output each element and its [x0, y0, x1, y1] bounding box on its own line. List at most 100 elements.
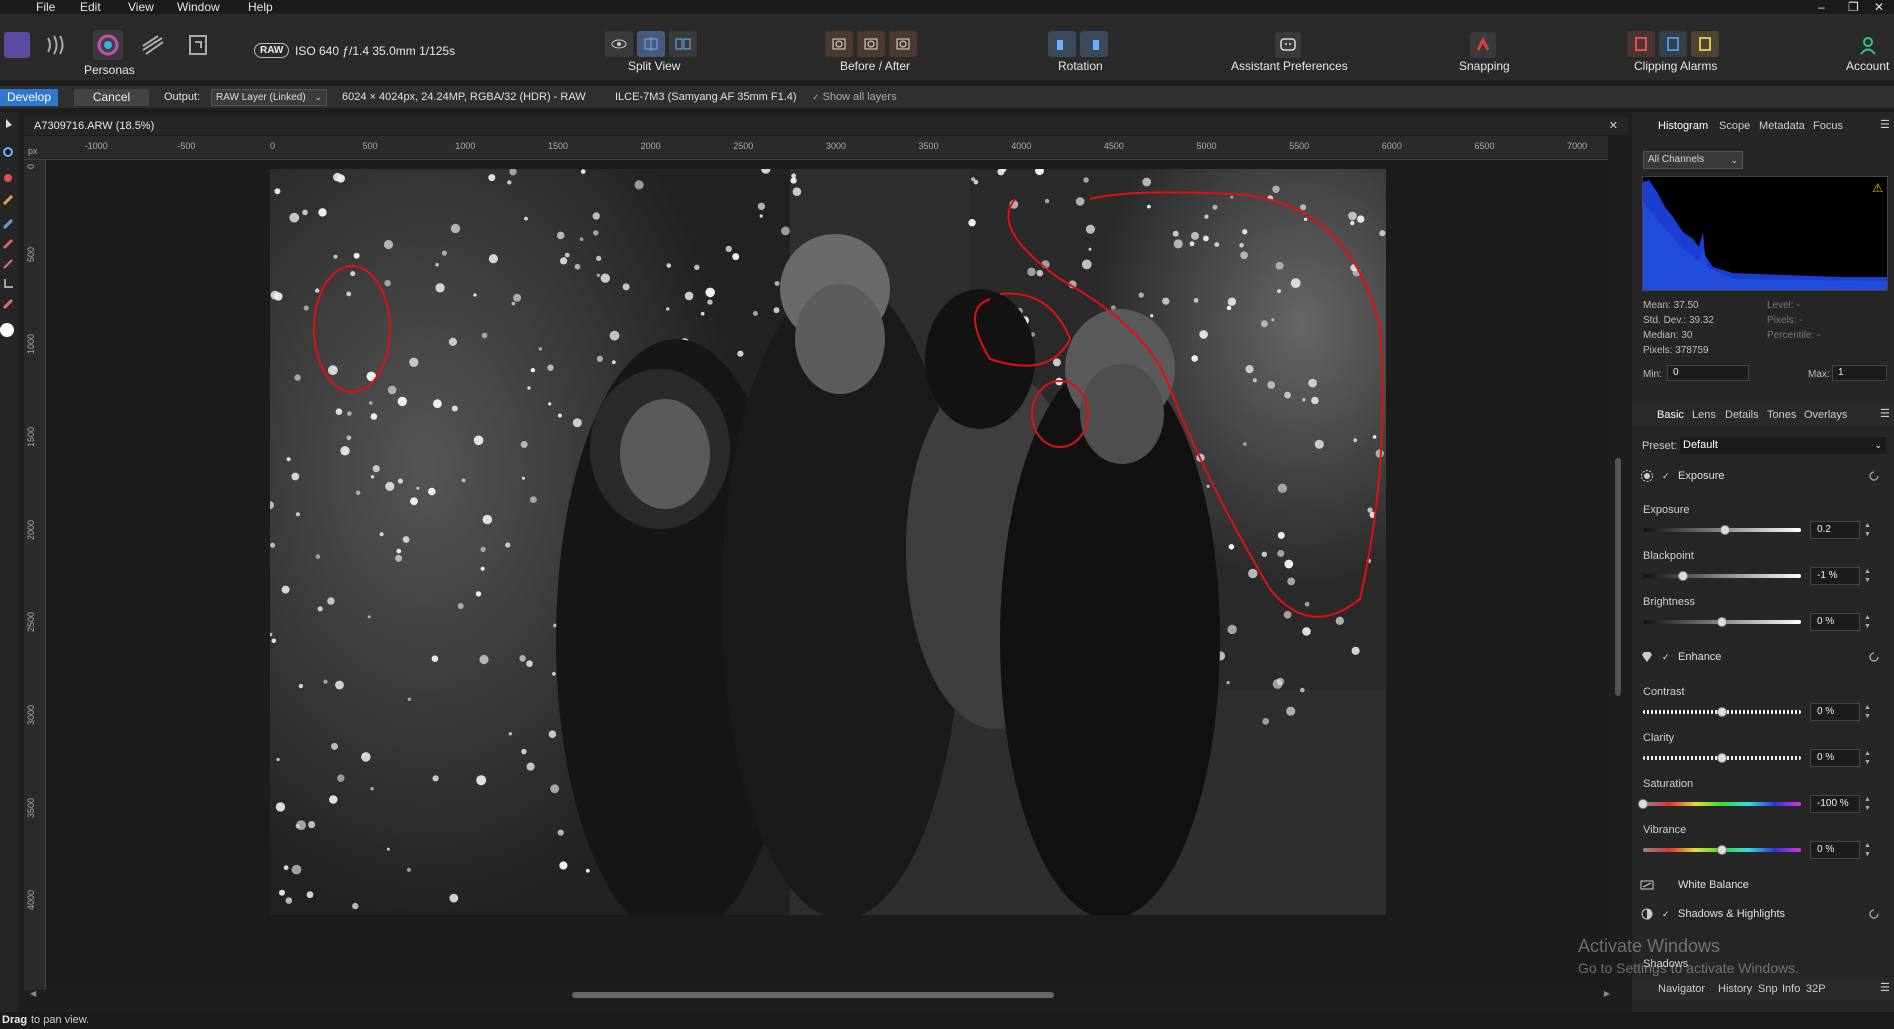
photo-persona-icon[interactable] [4, 32, 30, 58]
maximize-button[interactable]: ❐ [1848, 0, 1859, 14]
gradient-tool-icon[interactable] [2, 258, 14, 270]
white-balance-section-header[interactable]: White Balance [1640, 875, 1890, 895]
scroll-right-icon[interactable]: ▶ [1604, 989, 1610, 998]
shadows-highlights-checkbox[interactable]: ✓ [1662, 909, 1672, 919]
reset-icon[interactable] [1868, 470, 1880, 482]
rotate-right-icon[interactable] [1080, 31, 1108, 57]
menu-file[interactable]: File [36, 0, 55, 14]
slider-thumb[interactable] [1717, 753, 1727, 763]
reset-icon[interactable] [1868, 908, 1880, 920]
slider-thumb[interactable] [1677, 571, 1688, 581]
warning-icon[interactable]: ⚠ [1872, 181, 1883, 195]
clip-highlights-icon[interactable] [1627, 31, 1655, 57]
mirror-view-icon[interactable] [669, 31, 697, 57]
vertical-scroll-thumb[interactable] [1615, 458, 1621, 696]
tab-basic[interactable]: Basic [1657, 409, 1684, 421]
stepper-icon[interactable]: ▲ ▼ [1864, 613, 1872, 631]
photo-canvas[interactable] [270, 169, 1386, 915]
after-icon[interactable] [857, 31, 885, 57]
slider-thumb[interactable] [1638, 799, 1648, 809]
menu-window[interactable]: Window [177, 0, 220, 14]
slider-clarity[interactable] [1643, 753, 1801, 763]
tab-focus[interactable]: Focus [1813, 120, 1843, 132]
horizontal-ruler[interactable]: -1000 -500 0 500 1000 1500 2000 2500 3000 3500 400… [24, 136, 1608, 160]
tab-overlays[interactable]: Overlays [1804, 409, 1847, 421]
slider-value-brightness[interactable]: 0 % [1810, 613, 1860, 631]
develop-button[interactable]: Develop [0, 89, 58, 106]
stepper-icon[interactable]: ▲ ▼ [1864, 703, 1872, 721]
histogram-graph[interactable]: ⚠ [1642, 176, 1888, 291]
exposure-section-header[interactable]: ✓ Exposure [1640, 466, 1890, 486]
slider-exposure[interactable] [1643, 525, 1801, 535]
white-balance-checkbox[interactable] [1662, 880, 1672, 890]
vertical-ruler[interactable]: 0 500 1000 1500 2000 2500 3000 3500 4000 [24, 160, 46, 990]
slider-thumb[interactable] [1717, 617, 1727, 627]
preset-select[interactable]: Default ⌄ [1680, 437, 1886, 454]
slider-blackpoint[interactable] [1643, 571, 1801, 581]
minimize-button[interactable]: – [1818, 0, 1825, 14]
split-view-icon[interactable] [637, 31, 665, 57]
close-document-icon[interactable]: ✕ [1609, 119, 1618, 132]
stepper-icon[interactable]: ▲ ▼ [1864, 749, 1872, 767]
document-tab[interactable]: A7309716.ARW (18.5%) ✕ [24, 117, 1628, 135]
channel-select[interactable]: All Channels ⌄ [1643, 151, 1743, 169]
brush-tool-icon[interactable] [2, 218, 14, 230]
single-view-icon[interactable] [605, 31, 633, 57]
clip-shadows-icon[interactable] [1659, 31, 1687, 57]
menu-view[interactable]: View [128, 0, 154, 14]
tone-mapping-persona-icon[interactable] [140, 32, 166, 58]
exposure-checkbox[interactable]: ✓ [1662, 471, 1672, 481]
close-window-button[interactable]: ✕ [1874, 0, 1884, 14]
stepper-icon[interactable]: ▲ ▼ [1864, 521, 1872, 539]
show-all-layers-checkbox[interactable]: ✓ Show all layers [812, 91, 897, 103]
red-eye-tool-icon[interactable] [2, 172, 14, 184]
scroll-left-icon[interactable]: ◀ [30, 989, 36, 998]
horizontal-scroll-thumb[interactable] [572, 992, 1054, 998]
tab-32p[interactable]: 32P [1806, 983, 1826, 995]
stepper-icon[interactable]: ▲ ▼ [1864, 841, 1872, 859]
slider-thumb[interactable] [1717, 707, 1727, 717]
slider-contrast[interactable] [1643, 707, 1801, 717]
panel-menu-icon[interactable]: ☰ [1880, 118, 1890, 131]
tab-histogram[interactable]: Histogram [1658, 120, 1708, 132]
menu-help[interactable]: Help [248, 0, 273, 14]
slider-value-vibrance[interactable]: 0 % [1810, 841, 1860, 859]
tab-details[interactable]: Details [1725, 409, 1759, 421]
slider-saturation[interactable] [1638, 799, 1801, 809]
panel-menu-icon[interactable]: ☰ [1880, 407, 1890, 420]
slider-value-exposure[interactable]: 0.2 [1810, 521, 1860, 539]
tab-snapshots[interactable]: Snp [1758, 983, 1778, 995]
panel-menu-icon[interactable]: ☰ [1880, 981, 1890, 994]
swap-before-after-icon[interactable] [889, 31, 917, 57]
stepper-icon[interactable]: ▲ ▼ [1864, 795, 1872, 813]
reset-icon[interactable] [1868, 651, 1880, 663]
tab-scope[interactable]: Scope [1719, 120, 1750, 132]
menu-edit[interactable]: Edit [80, 0, 101, 14]
slider-value-saturation[interactable]: -100 % [1810, 795, 1860, 813]
account-icon[interactable] [1855, 32, 1881, 58]
snapping-icon[interactable] [1470, 32, 1496, 58]
export-persona-icon[interactable] [186, 32, 212, 58]
crop-tool-icon[interactable] [2, 278, 14, 290]
enhance-section-header[interactable]: ✓ Enhance [1640, 647, 1890, 667]
tab-tones[interactable]: Tones [1767, 409, 1796, 421]
tab-navigator[interactable]: Navigator [1658, 983, 1705, 995]
blemish-tool-icon[interactable] [2, 194, 14, 206]
white-balance-tool-icon[interactable] [2, 146, 14, 158]
tab-lens[interactable]: Lens [1692, 409, 1716, 421]
view-tool-icon[interactable] [2, 118, 14, 130]
erase-tool-icon[interactable] [2, 238, 14, 250]
enhance-checkbox[interactable]: ✓ [1662, 652, 1672, 662]
assistant-icon[interactable] [1275, 32, 1301, 58]
tab-metadata[interactable]: Metadata [1759, 120, 1805, 132]
stepper-icon[interactable]: ▲ ▼ [1864, 567, 1872, 585]
slider-value-blackpoint[interactable]: -1 % [1810, 567, 1860, 585]
shadows-highlights-section-header[interactable]: ✓ Shadows & Highlights [1640, 904, 1890, 924]
rotate-left-icon[interactable] [1048, 31, 1076, 57]
tab-history[interactable]: History [1718, 983, 1752, 995]
clip-tones-icon[interactable] [1691, 31, 1719, 57]
output-select[interactable]: RAW Layer (Linked) ⌄ [211, 89, 327, 106]
overlay-paint-tool-icon[interactable] [2, 298, 14, 310]
slider-brightness[interactable] [1643, 617, 1801, 627]
min-input[interactable]: 0 [1667, 365, 1749, 381]
